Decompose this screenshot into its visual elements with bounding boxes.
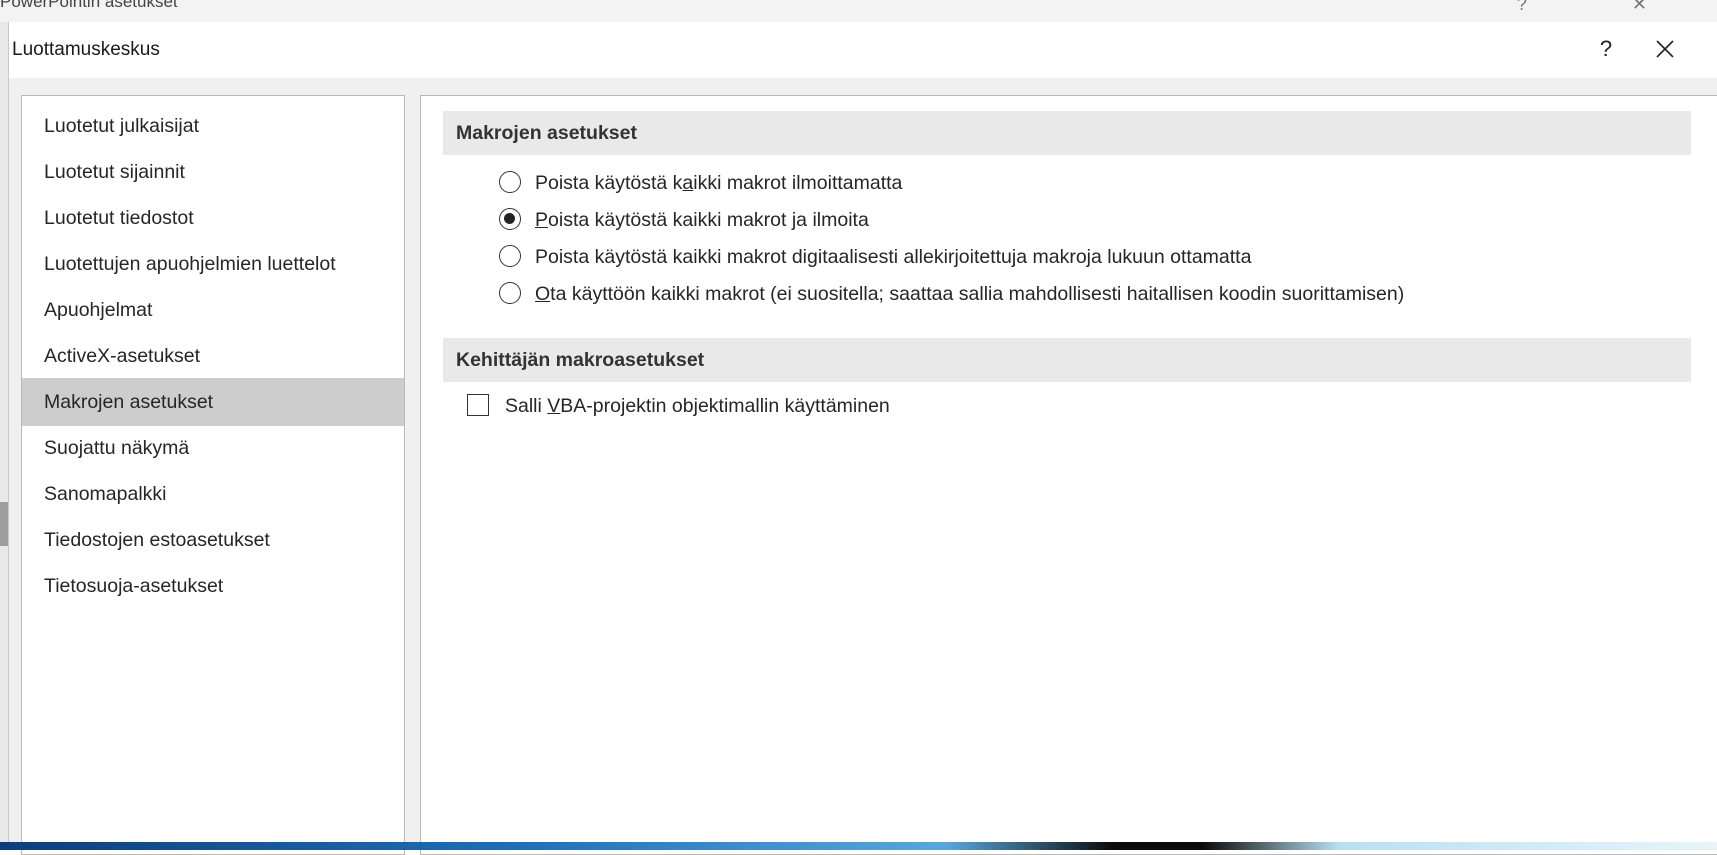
radio-button[interactable] — [499, 170, 521, 193]
sidebar-item-apuohjelmien-luettelot[interactable]: Luotettujen apuohjelmien luettelot — [22, 240, 404, 288]
option-label: Poista käytöstä kaikki makrot ilmoittama… — [535, 172, 903, 194]
help-button[interactable]: ? — [1589, 32, 1623, 66]
sidebar-item-apuohjelmat[interactable]: Apuohjelmat — [22, 286, 404, 334]
sidebar-item-luotetut-sijainnit[interactable]: Luotetut sijainnit — [22, 148, 404, 196]
sidebar-item-luotetut-julkaisijat[interactable]: Luotetut julkaisijat — [22, 102, 404, 150]
trust-center-dialog: Luottamuskeskus ? Luotetut julkaisijat L… — [8, 22, 1717, 855]
option-label: Ota käyttöön kaikki makrot (ei suositell… — [535, 283, 1405, 305]
option-label: Poista käytöstä kaikki makrot ja ilmoita — [535, 209, 869, 231]
sidebar-item-luotetut-tiedostot[interactable]: Luotetut tiedostot — [22, 194, 404, 242]
sidebar-item-sanomapalkki[interactable]: Sanomapalkki — [22, 470, 404, 518]
dialog-titlebar: Luottamuskeskus ? — [9, 22, 1717, 78]
taskbar-strip — [0, 842, 1717, 850]
sidebar-nav: Luotetut julkaisijat Luotetut sijainnit … — [21, 95, 405, 855]
section-header-macro-settings: Makrojen asetukset — [443, 111, 1691, 155]
sidebar-item-tietosuoja-asetukset[interactable]: Tietosuoja-asetukset — [22, 562, 404, 610]
radio-button[interactable] — [499, 244, 521, 267]
sidebar-item-activex-asetukset[interactable]: ActiveX-asetukset — [22, 332, 404, 380]
radio-disable-except-signed[interactable]: Poista käytöstä kaikki makrot digitaalis… — [499, 241, 1251, 273]
settings-panel: Makrojen asetukset Poista käytöstä kaikk… — [420, 95, 1717, 855]
background-window-mark — [0, 502, 8, 546]
radio-disable-all-with-notification[interactable]: Poista käytöstä kaikki makrot ja ilmoita — [499, 204, 869, 236]
sidebar-item-tiedostojen-estoasetukset[interactable]: Tiedostojen estoasetukset — [22, 516, 404, 564]
radio-button[interactable] — [499, 207, 521, 230]
option-label: Poista käytöstä kaikki makrot digitaalis… — [535, 246, 1252, 268]
background-window-title: PowerPointin asetukset — [0, 0, 178, 11]
close-button[interactable] — [1645, 32, 1685, 66]
background-window-controls: ? ✕ — [1516, 0, 1697, 14]
dialog-title: Luottamuskeskus — [12, 39, 160, 60]
radio-enable-all-macros[interactable]: Ota käyttöön kaikki makrot (ei suositell… — [499, 278, 1404, 310]
checkbox[interactable] — [467, 393, 489, 416]
section-header-developer-macro-settings: Kehittäjän makroasetukset — [443, 338, 1691, 382]
radio-disable-all-without-notification[interactable]: Poista käytöstä kaikki makrot ilmoittama… — [499, 167, 902, 199]
close-icon — [1656, 40, 1674, 58]
sidebar-item-suojattu-nakyma[interactable]: Suojattu näkymä — [22, 424, 404, 472]
background-window-titlebar: PowerPointin asetukset ? ✕ — [0, 0, 1717, 23]
dialog-body: Luotetut julkaisijat Luotetut sijainnit … — [9, 78, 1717, 855]
sidebar-item-makrojen-asetukset[interactable]: Makrojen asetukset — [22, 378, 404, 426]
checkbox-label: Salli VBA-projektin objektimallin käyttä… — [505, 395, 890, 417]
checkbox-trust-vba-object-model[interactable]: Salli VBA-projektin objektimallin käyttä… — [467, 390, 890, 422]
radio-button[interactable] — [499, 281, 521, 304]
background-window-edge — [0, 22, 8, 850]
